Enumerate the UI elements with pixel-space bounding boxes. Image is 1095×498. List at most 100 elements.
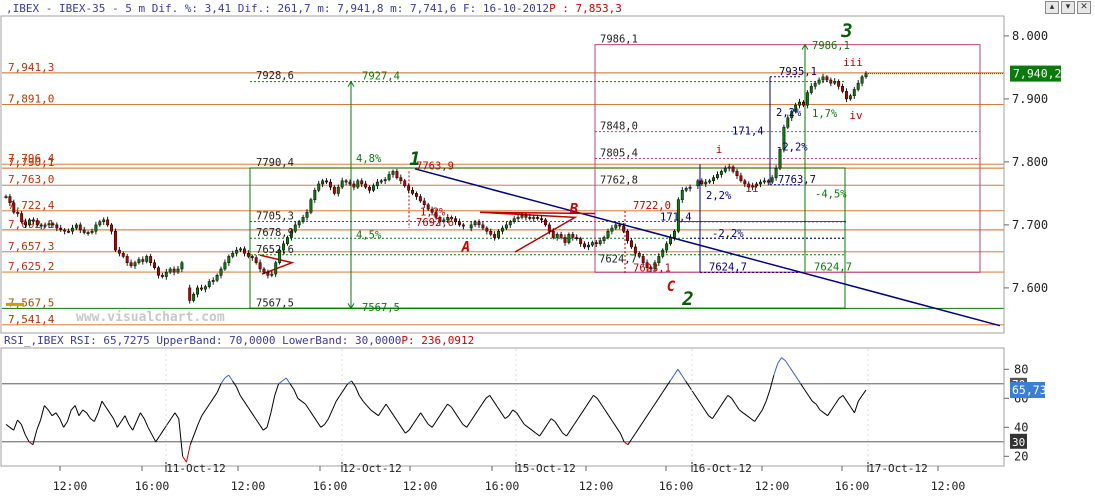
level-value-label: 7567,5 <box>256 297 294 309</box>
level-value-label: 7652,6 <box>256 244 294 256</box>
candle-body <box>637 253 641 257</box>
candle-body <box>852 89 856 96</box>
candle-body <box>587 244 590 248</box>
candle-body <box>512 218 516 223</box>
level-value-label: 7678,9 <box>256 227 294 239</box>
candle-body <box>770 177 774 183</box>
candle-body <box>98 221 102 226</box>
candle-body <box>821 76 825 81</box>
rsi-header-p: P: 236,0912 <box>401 334 474 347</box>
candle-body <box>575 237 579 240</box>
candle-body <box>71 227 74 232</box>
candle-body <box>473 221 477 226</box>
watermark: www.visualchart.com <box>76 310 225 325</box>
x-tick-label: 12:00 <box>403 479 438 493</box>
chart-canvas: ,IBEX - IBEX-35 - 5 m Dif. %: 3,41 Dif.:… <box>0 0 1095 495</box>
candle-body <box>387 174 391 180</box>
candle-body <box>469 224 473 229</box>
candle-body <box>153 262 157 268</box>
scroll-up-button[interactable]: ▴ <box>1045 1 1059 14</box>
candle-body <box>231 253 235 257</box>
candle-body <box>864 73 868 78</box>
candle-body <box>571 234 575 238</box>
rsi-current-label: 65,73 <box>1012 383 1047 397</box>
candle-body <box>704 181 708 185</box>
level-value-label: -2,2% <box>712 228 744 240</box>
level-value-label: 171,4 <box>660 211 692 223</box>
candle-body <box>735 171 739 177</box>
candle-body <box>55 224 59 229</box>
level-value-label: 7928,6 <box>256 70 294 82</box>
candle-body <box>43 224 47 227</box>
candle-body <box>129 262 133 267</box>
level-value-label: 7567,5 <box>362 302 400 314</box>
level-value-label: 7805,4 <box>600 147 638 159</box>
candle-body <box>67 230 71 233</box>
level-value-label: 4,8% <box>356 153 382 165</box>
level-value-label: 7624,7 <box>709 261 747 273</box>
candle-body <box>594 242 598 245</box>
candle-body <box>149 256 153 263</box>
candle-body <box>12 202 16 213</box>
level-value-label: 4,5% <box>356 230 382 242</box>
candle-body <box>774 167 778 178</box>
candle-body <box>813 82 817 87</box>
x-tick-label: 12:00 <box>53 479 88 493</box>
level-value-label: 7624,7 <box>599 254 637 266</box>
candle-body <box>520 215 524 218</box>
close-button[interactable]: ✕ <box>1077 1 1091 14</box>
level-value-label: 7763,9 <box>416 160 454 172</box>
x-tick-label: 12:00 <box>579 479 614 493</box>
candle-body <box>368 186 372 191</box>
candle-body <box>352 183 356 188</box>
x-tick-label: 16:00 <box>835 479 870 493</box>
candle-body <box>348 181 352 185</box>
candle-body <box>24 221 27 226</box>
candle-body <box>31 219 35 222</box>
price-header: ,IBEX - IBEX-35 - 5 m Dif. %: 3,41 Dif.:… <box>6 2 622 15</box>
x-date-label: 12-Oct-12 <box>342 462 402 475</box>
candle-body <box>860 76 864 84</box>
candle-body <box>407 185 411 191</box>
wave-label: ii <box>745 182 758 195</box>
candle-body <box>16 212 20 214</box>
x-tick-label: 12:00 <box>231 479 266 493</box>
candle-body <box>356 180 360 188</box>
level-value-label: 7762,8 <box>600 174 638 186</box>
level-value-label: -2,2% <box>776 141 808 153</box>
candle-body <box>336 186 340 194</box>
candle-body <box>192 293 196 301</box>
candle-body <box>86 232 90 234</box>
candle-body <box>117 249 121 254</box>
level-value-label: 2,2% <box>776 107 802 119</box>
candle-body <box>203 286 207 290</box>
candle-body <box>215 275 219 281</box>
candle-body <box>559 234 563 238</box>
scroll-down-button[interactable]: ▾ <box>1061 1 1075 14</box>
candle-body <box>516 217 520 219</box>
candle-body <box>661 249 665 257</box>
candle-body <box>825 76 829 81</box>
candle-body <box>246 253 250 257</box>
candle-body <box>20 213 24 222</box>
level-label: 7,657,3 <box>8 240 54 253</box>
candle-body <box>391 171 395 175</box>
candle-body <box>477 221 481 226</box>
price-y-tick-label: 8.000 <box>1012 29 1048 43</box>
candle-body <box>82 229 86 233</box>
candle-body <box>809 86 813 93</box>
candle-body <box>485 227 489 232</box>
price-header-prefix: ,IBEX - IBEX-35 - 5 m Dif. %: 3,41 Dif.:… <box>6 2 549 15</box>
level-label: 7,941,3 <box>8 61 54 74</box>
candle-body <box>219 268 223 276</box>
candle-body <box>497 230 501 238</box>
candle-body <box>258 262 262 270</box>
rsi-pane[interactable] <box>0 347 1005 467</box>
candle-body <box>383 179 387 182</box>
candle-body <box>700 180 704 185</box>
small-level-marker <box>6 302 24 306</box>
candle-body <box>395 171 399 178</box>
rsi-header-prefix: RSI_,IBEX RSI: 65,7275 UpperBand: 70,000… <box>4 334 401 347</box>
x-date-label: 16-Oct-12 <box>692 462 752 475</box>
level-label: 7,891,0 <box>8 93 54 106</box>
